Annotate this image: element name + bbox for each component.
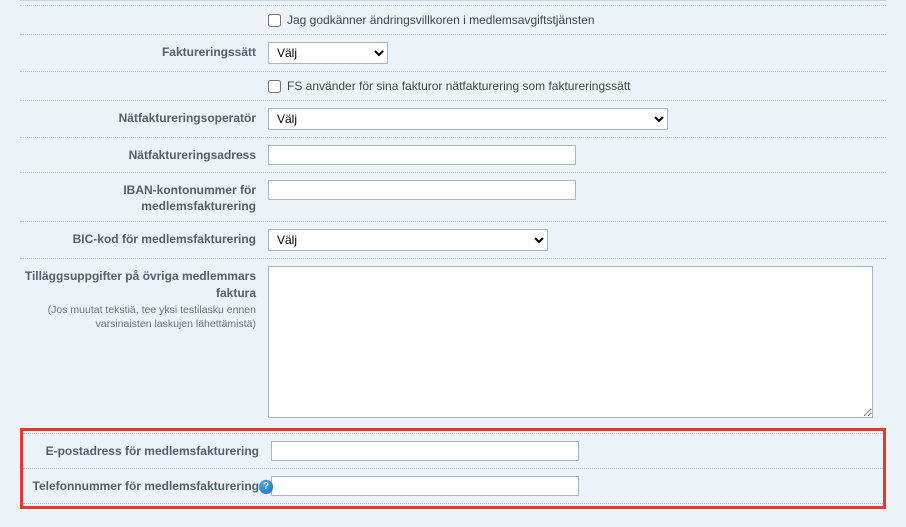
label-extra-info: Tilläggsuppgifter på övriga medlemmars f…	[20, 266, 268, 331]
label-extra-info-hint: (Jos muutat tekstiä, tee yksi testilasku…	[20, 303, 256, 331]
label-email: E-postadress för medlemsfakturering	[23, 441, 271, 459]
terms-checkbox-wrapper[interactable]: Jag godkänner ändringsvillkoren i medlem…	[268, 13, 886, 27]
row-terms: Jag godkänner ändringsvillkoren i medlem…	[20, 5, 886, 34]
label-einvoice-address: Nätfaktureringsadress	[20, 145, 268, 163]
einvoice-note-label: FS använder för sina fakturor nätfakture…	[287, 79, 631, 93]
invoicing-form: Jag godkänner ändringsvillkoren i medlem…	[0, 0, 906, 521]
einvoice-note-wrapper[interactable]: FS använder för sina fakturor nätfakture…	[268, 79, 886, 93]
bic-select[interactable]: Välj	[268, 229, 548, 251]
einvoice-operator-select[interactable]: Välj	[268, 108, 668, 130]
label-extra-info-main: Tilläggsuppgifter på övriga medlemmars f…	[25, 269, 256, 299]
label-bic: BIC-kod för medlemsfakturering	[20, 229, 268, 247]
einvoice-address-input[interactable]	[268, 145, 576, 165]
row-iban: IBAN-kontonummer för medlemsfakturering	[20, 172, 886, 221]
invoicing-method-select[interactable]: Välj	[268, 42, 388, 64]
phone-input[interactable]	[271, 476, 579, 496]
einvoice-note-checkbox[interactable]	[268, 80, 281, 93]
row-extra-info: Tilläggsuppgifter på övriga medlemmars f…	[20, 258, 886, 428]
terms-checkbox[interactable]	[268, 14, 281, 27]
extra-info-textarea[interactable]	[268, 266, 873, 418]
label-iban: IBAN-kontonummer för medlemsfakturering	[20, 180, 268, 214]
row-einvoice-address: Nätfaktureringsadress	[20, 137, 886, 172]
label-invoicing-method: Faktureringssätt	[20, 42, 268, 60]
label-empty	[20, 13, 268, 15]
row-bic: BIC-kod för medlemsfakturering Välj	[20, 221, 886, 258]
row-invoicing-method: Faktureringssätt Välj	[20, 34, 886, 71]
label-einvoice-operator: Nätfaktureringsoperatör	[20, 108, 268, 126]
label-phone: Telefonnummer för medlemsfakturering	[23, 476, 271, 494]
row-email: E-postadress för medlemsfakturering	[23, 433, 883, 468]
email-input[interactable]	[271, 441, 579, 461]
divider	[20, 0, 886, 1]
row-phone: Telefonnummer för medlemsfakturering ?	[23, 468, 883, 504]
terms-label: Jag godkänner ändringsvillkoren i medlem…	[287, 13, 595, 27]
iban-input[interactable]	[268, 180, 576, 200]
highlight-box: E-postadress för medlemsfakturering Tele…	[20, 428, 886, 509]
label-empty-2	[20, 79, 268, 81]
row-einvoice-note: FS använder för sina fakturor nätfakture…	[20, 71, 886, 100]
row-einvoice-operator: Nätfaktureringsoperatör Välj	[20, 100, 886, 137]
